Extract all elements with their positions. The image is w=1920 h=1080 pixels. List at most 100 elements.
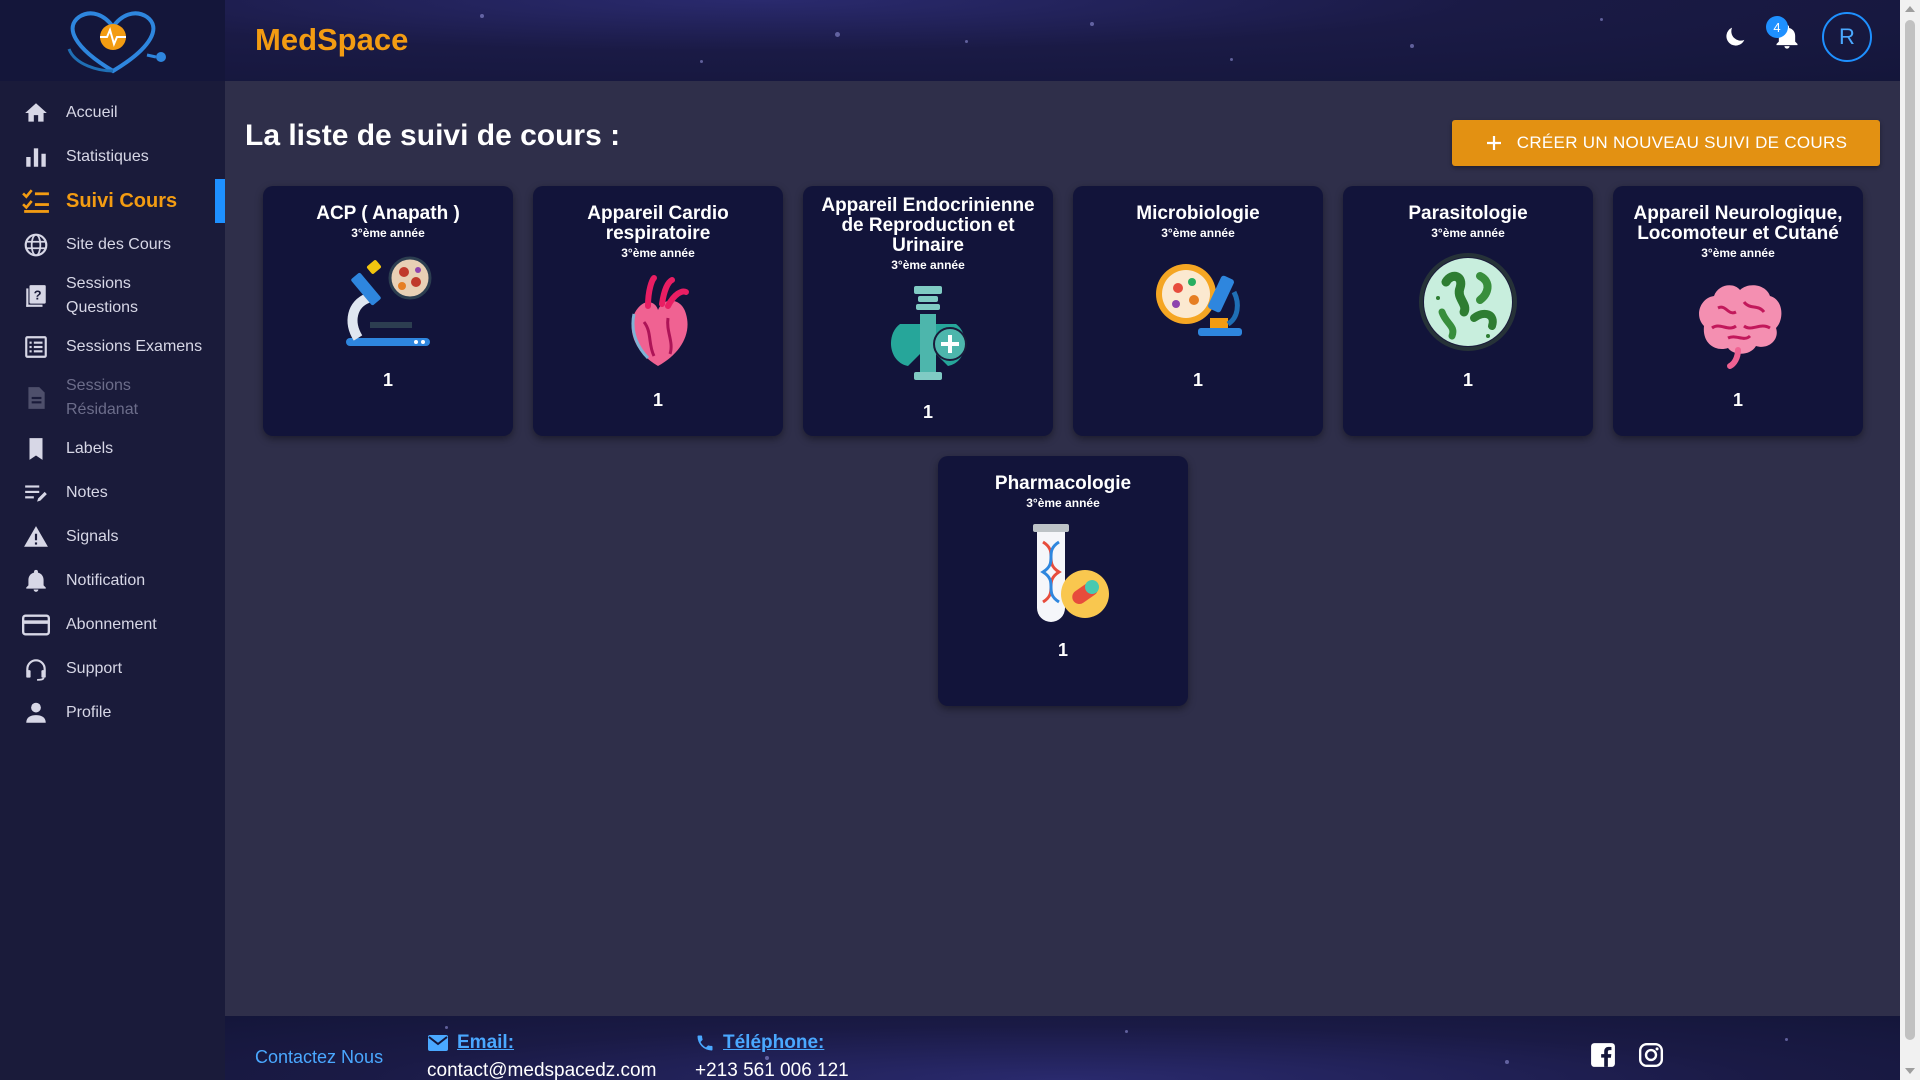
sidebar-item-label: Sessions Examens <box>66 338 203 355</box>
sidebar-item-label: Signals <box>66 528 119 545</box>
sidebar-item-label: Support <box>66 660 123 677</box>
main-content: La liste de suivi de cours : CRÉER UN NO… <box>225 81 1900 1016</box>
warning-icon <box>24 526 48 547</box>
course-year: 3°ème année <box>1026 496 1100 510</box>
create-course-tracking-button[interactable]: CRÉER UN NOUVEAU SUIVI DE COURS <box>1452 120 1880 166</box>
course-title: Parasitologie <box>1408 203 1528 224</box>
sidebar-item-site-des-cours[interactable]: Site des Cours <box>0 223 225 267</box>
dark-mode-toggle[interactable] <box>1718 20 1752 54</box>
sidebar-item-label: Notification <box>66 572 146 589</box>
course-card-endocrinienne[interactable]: Appareil Endocrinienne de Reproduction e… <box>803 186 1053 436</box>
course-count: 1 <box>1462 370 1473 390</box>
page-title: La liste de suivi de cours : <box>245 119 621 152</box>
sidebar-item-signals[interactable]: Signals <box>0 515 225 559</box>
mail-icon <box>428 1035 448 1051</box>
bookmark-icon <box>29 438 43 460</box>
sidebar-item-labels[interactable]: Labels <box>0 427 225 471</box>
petri-microscope-icon <box>1156 264 1242 336</box>
instagram-icon[interactable] <box>1638 1042 1664 1068</box>
phone-value: +213 561 006 121 <box>695 1060 849 1080</box>
notes-icon <box>25 485 47 502</box>
create-button-label: CRÉER UN NOUVEAU SUIVI DE COURS <box>1516 133 1848 152</box>
course-card-parasitologie[interactable]: Parasitologie 3°ème année 1 <box>1343 186 1593 436</box>
sidebar-item-sessions-residanat: Sessions Résidanat <box>0 369 225 427</box>
moon-icon <box>1726 27 1745 46</box>
course-card-pharmacologie[interactable]: Pharmacologie 3°ème année 1 <box>938 456 1188 706</box>
test-tube-pill-icon <box>1033 524 1109 622</box>
checklist-icon <box>22 189 49 213</box>
course-title: Appareil Neurologique, Locomoteur et Cut… <box>1633 203 1843 244</box>
course-title: Appareil Cardio respiratoire <box>587 203 729 244</box>
course-card-acp[interactable]: ACP ( Anapath ) 3°ème année 1 <box>263 186 513 436</box>
sidebar-item-notes[interactable]: Notes <box>0 471 225 515</box>
course-card-neurologique[interactable]: Appareil Neurologique, Locomoteur et Cut… <box>1613 186 1863 436</box>
course-card-cardio[interactable]: Appareil Cardio respiratoire 3°ème année… <box>533 186 783 436</box>
course-year: 3°ème année <box>351 226 425 240</box>
course-year: 3°ème année <box>621 246 695 260</box>
list-icon <box>25 336 47 358</box>
app-title[interactable]: MedSpace <box>255 22 408 58</box>
sidebar-item-notification[interactable]: Notification <box>0 559 225 603</box>
scrollbar[interactable] <box>1900 0 1920 1080</box>
email-link[interactable]: Email: <box>427 1032 656 1054</box>
home-icon <box>25 103 47 122</box>
credit-card-icon <box>22 614 50 636</box>
scroll-up-arrow-icon[interactable] <box>1905 6 1915 12</box>
app-logo[interactable] <box>0 0 225 81</box>
email-label: Email: <box>457 1032 515 1053</box>
course-title: Pharmacologie <box>994 473 1132 494</box>
facebook-icon[interactable] <box>1590 1042 1616 1068</box>
globe-icon <box>24 233 48 257</box>
sidebar-item-profile[interactable]: Profile <box>0 691 225 735</box>
course-title: ACP ( Anapath ) <box>316 203 460 224</box>
bacteria-icon <box>1419 253 1517 351</box>
phone-link[interactable]: Téléphone: <box>695 1032 849 1054</box>
course-count: 1 <box>1192 370 1203 390</box>
doc-icon <box>28 387 45 409</box>
contact-us-link[interactable]: Contactez Nous <box>255 1047 383 1068</box>
course-title: Appareil Endocrinienne de Reproduction e… <box>821 195 1035 256</box>
course-count: 1 <box>1732 390 1743 410</box>
scrollbar-thumb[interactable] <box>1905 20 1915 1040</box>
microscope-icon <box>346 256 432 346</box>
question-doc-icon: ? <box>26 285 46 307</box>
phone-icon <box>697 1035 713 1051</box>
heart-icon <box>631 275 689 366</box>
bar-chart-icon <box>26 148 46 167</box>
sidebar-item-accueil[interactable]: Accueil <box>0 91 225 135</box>
sidebar-item-label: Statistiques <box>66 148 149 165</box>
plus-icon <box>1486 136 1501 150</box>
sidebar-item-label: Sessions Questions <box>66 275 139 316</box>
sidebar-item-sessions-examens[interactable]: Sessions Examens <box>0 325 225 369</box>
sidebar-item-support[interactable]: Support <box>0 647 225 691</box>
footer: Contactez Nous Email: contact@medspacedz… <box>225 1016 1900 1080</box>
course-count: 1 <box>382 370 393 390</box>
course-year: 3°ème année <box>1701 246 1775 260</box>
sidebar-item-label: Profile <box>66 704 112 721</box>
svg-text:?: ? <box>34 287 42 302</box>
sidebar-item-label: Sessions Résidanat <box>66 377 139 418</box>
sidebar-item-sessions-questions[interactable]: ? Sessions Questions <box>0 267 225 325</box>
sidebar-item-label: Suivi Cours <box>66 190 178 212</box>
sidebar-item-label: Notes <box>66 484 108 501</box>
notification-count-badge: 4 <box>1766 16 1788 38</box>
sidebar-item-label: Site des Cours <box>66 236 171 253</box>
phone-label: Téléphone: <box>723 1032 825 1053</box>
course-count: 1 <box>1057 640 1068 660</box>
sidebar-item-label: Labels <box>66 440 114 457</box>
sidebar-item-label: Accueil <box>66 104 118 121</box>
email-value: contact@medspacedz.com <box>427 1060 657 1080</box>
person-icon <box>26 702 46 723</box>
course-title: Microbiologie <box>1136 203 1260 224</box>
sidebar-item-suivi-cours[interactable]: Suivi Cours <box>0 179 225 223</box>
brain-icon <box>1699 285 1782 369</box>
phone-block: Téléphone: +213 561 006 121 <box>695 1032 849 1080</box>
notifications-button[interactable]: 4 <box>1766 16 1804 54</box>
scroll-down-arrow-icon[interactable] <box>1905 1068 1915 1074</box>
course-year: 3°ème année <box>1161 226 1235 240</box>
course-count: 1 <box>922 402 933 422</box>
sidebar-item-statistiques[interactable]: Statistiques <box>0 135 225 179</box>
user-avatar[interactable]: R <box>1822 12 1872 62</box>
sidebar-item-abonnement[interactable]: Abonnement <box>0 603 225 647</box>
course-card-microbiologie[interactable]: Microbiologie 3°ème année 1 <box>1073 186 1323 436</box>
